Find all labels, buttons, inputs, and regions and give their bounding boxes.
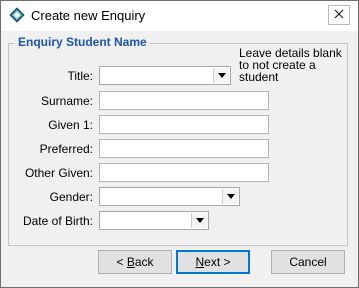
gender-select[interactable] [99, 187, 240, 206]
window-title: Create new Enquiry [31, 8, 146, 23]
surname-label: Surname: [40, 94, 93, 108]
next-button[interactable]: Next > [176, 250, 250, 274]
close-icon [334, 8, 344, 22]
cancel-label: Cancel [289, 255, 327, 269]
gender-label: Gender: [49, 190, 93, 204]
back-button[interactable]: < Back [98, 250, 172, 274]
diamond-app-icon [9, 7, 25, 23]
other-given-field[interactable] [99, 163, 269, 182]
title-bar[interactable]: Create new Enquiry [1, 1, 358, 31]
given1-field[interactable] [99, 115, 269, 134]
other-given-label: Other Given: [24, 166, 93, 180]
dob-label: Date of Birth: [22, 214, 93, 228]
dialog-client-area: Enquiry Student Name Leave details blank… [1, 31, 358, 287]
surname-field[interactable] [99, 91, 269, 110]
back-mnemonic: B [126, 255, 135, 269]
date-of-birth-picker[interactable] [99, 211, 209, 230]
leave-blank-note: Leave details blank to not create a stud… [239, 46, 342, 84]
chevron-down-icon[interactable] [191, 213, 207, 228]
group-title: Enquiry Student Name [15, 35, 150, 49]
back-prefix: < [116, 255, 127, 269]
chevron-down-icon[interactable] [222, 189, 238, 204]
close-button[interactable] [328, 5, 350, 25]
preferred-label: Preferred: [39, 142, 93, 156]
back-rest: ack [134, 255, 154, 269]
title-select[interactable] [99, 66, 231, 85]
cancel-button[interactable]: Cancel [271, 250, 345, 274]
next-mnemonic: N [195, 255, 205, 269]
dialog-window: Create new Enquiry Enquiry Student Name … [0, 0, 359, 288]
title-label: Title: [67, 69, 93, 83]
preferred-field[interactable] [99, 139, 269, 158]
next-rest: ext > [204, 255, 231, 269]
given1-label: Given 1: [48, 118, 93, 132]
chevron-down-icon[interactable] [213, 68, 229, 83]
